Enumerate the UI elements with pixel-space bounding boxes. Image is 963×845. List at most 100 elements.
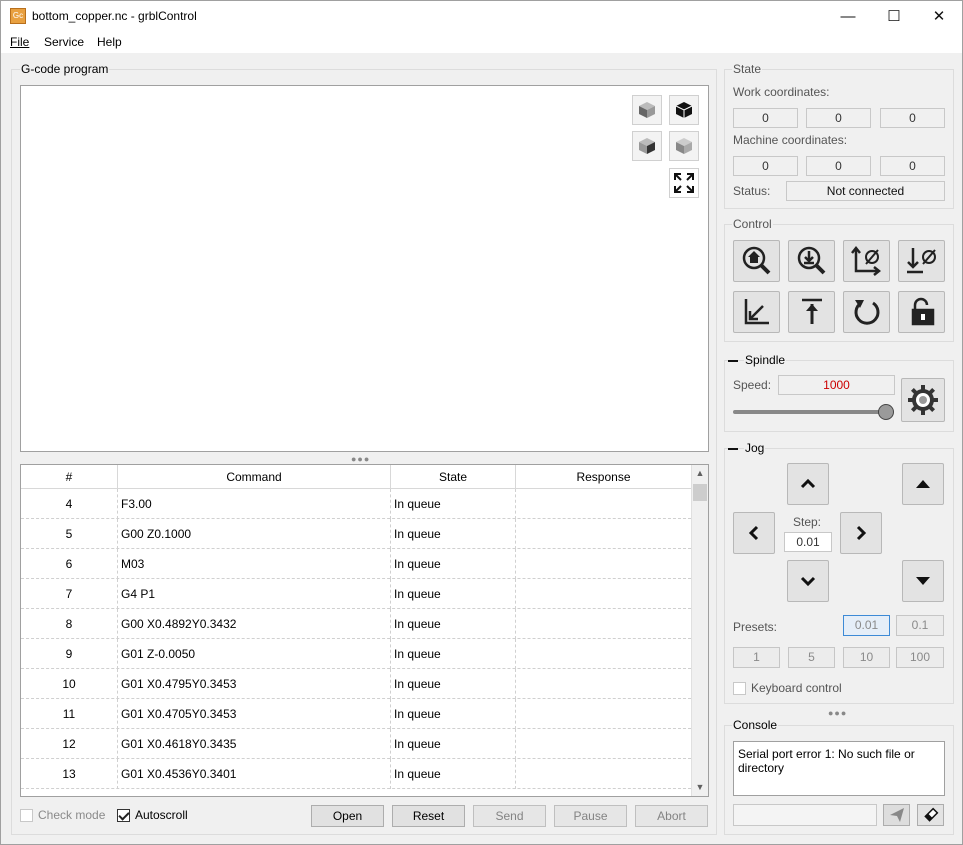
view-iso-button[interactable]	[669, 131, 699, 161]
machine-coords-label: Machine coordinates:	[733, 133, 848, 147]
keyboard-control-checkbox[interactable]: Keyboard control	[733, 681, 842, 695]
console-group-title: Console	[732, 718, 779, 732]
zero-xy-button[interactable]	[843, 240, 890, 282]
column-header-state[interactable]: State	[391, 465, 516, 489]
cube-top-icon	[675, 102, 693, 118]
table-row[interactable]: 7 G4 P1 In queue	[21, 579, 691, 609]
unlock-button[interactable]	[898, 291, 945, 333]
expand-icon	[674, 173, 694, 193]
soft-reset-button[interactable]	[843, 291, 890, 333]
send-button[interactable]: Send	[473, 805, 546, 827]
table-cell-state: In queue	[391, 639, 516, 669]
menu-file[interactable]: File	[10, 35, 29, 49]
table-row[interactable]: 4 F3.00 In queue	[21, 489, 691, 519]
jog-x-plus-button[interactable]	[840, 512, 882, 554]
console-output[interactable]: Serial port error 1: No such file or dir…	[733, 741, 945, 796]
gcode-table: # Command State Response 4 F3.00 In queue 5…	[20, 464, 709, 797]
table-cell-state: In queue	[391, 579, 516, 609]
speed-slider-track[interactable]	[733, 410, 889, 414]
preset-button-0-1[interactable]: 0.1	[896, 615, 944, 636]
column-header-command[interactable]: Command	[118, 465, 391, 489]
table-row[interactable]: 9 G01 Z-0.0050 In queue	[21, 639, 691, 669]
jog-y-minus-button[interactable]	[787, 560, 829, 602]
table-row[interactable]: 12 G01 X0.4618Y0.3435 In queue	[21, 729, 691, 759]
spindle-toggle-button[interactable]	[901, 378, 945, 422]
table-row[interactable]: 11 G01 X0.4705Y0.3453 In queue	[21, 699, 691, 729]
column-header-num[interactable]: #	[21, 465, 118, 489]
status-label: Status:	[733, 184, 771, 198]
jog-collapse-icon[interactable]	[728, 448, 738, 450]
gcode-group-title: G-code program	[20, 62, 110, 76]
safe-position-button[interactable]	[788, 291, 835, 333]
speed-field[interactable]: 1000	[778, 375, 895, 395]
table-row[interactable]: 6 M03 In queue	[21, 549, 691, 579]
autoscroll-checkbox[interactable]: Autoscroll	[117, 808, 188, 822]
preset-button-5[interactable]: 5	[788, 647, 835, 668]
check-mode-box	[20, 808, 33, 822]
column-header-response[interactable]: Response	[516, 465, 691, 489]
splitter-handle[interactable]: ●●●	[351, 454, 370, 464]
zero-z-button[interactable]	[898, 240, 945, 282]
z-probe-icon	[797, 246, 825, 275]
close-button[interactable]: ✕	[916, 1, 962, 31]
jog-y-plus-button[interactable]	[787, 463, 829, 505]
table-cell-num: 4	[21, 489, 118, 519]
return-xy-button[interactable]	[733, 291, 780, 333]
jog-group-title[interactable]: Jog	[744, 441, 766, 455]
view-front-button[interactable]	[632, 95, 662, 125]
table-cell-state: In queue	[391, 699, 516, 729]
preset-button-0-01[interactable]: 0.01	[843, 615, 890, 636]
table-scrollbar[interactable]: ▲ ▼	[691, 465, 708, 796]
open-button[interactable]: Open	[311, 805, 384, 827]
triangle-up-icon	[916, 480, 930, 488]
table-row[interactable]: 10 G01 X0.4795Y0.3453 In queue	[21, 669, 691, 699]
preset-button-100[interactable]: 100	[896, 647, 944, 668]
preset-button-1[interactable]: 1	[733, 647, 780, 668]
spindle-collapse-icon[interactable]	[728, 360, 738, 362]
jog-x-minus-button[interactable]	[733, 512, 775, 554]
main-window: Gc bottom_copper.nc - grblControl — ☐ ✕ …	[0, 0, 963, 845]
console-send-button[interactable]	[883, 804, 910, 826]
view-left-button[interactable]	[632, 131, 662, 161]
spindle-group-title[interactable]: Spindle	[744, 353, 787, 367]
preset-button-10[interactable]: 10	[843, 647, 890, 668]
speed-slider-handle[interactable]	[878, 404, 894, 420]
zero-z-icon	[906, 248, 936, 274]
view-top-button[interactable]	[669, 95, 699, 125]
table-cell-num: 13	[21, 759, 118, 789]
table-cell-cmd: M03	[118, 549, 391, 579]
reset-button[interactable]: Reset	[392, 805, 465, 827]
pause-button[interactable]: Pause	[554, 805, 627, 827]
jog-z-plus-button[interactable]	[902, 463, 944, 505]
z-probe-button[interactable]	[788, 240, 835, 282]
check-mode-checkbox[interactable]: Check mode	[20, 808, 105, 822]
step-field[interactable]: 0.01	[784, 532, 832, 552]
maximize-button[interactable]: ☐	[871, 1, 917, 31]
jog-z-minus-button[interactable]	[902, 560, 944, 602]
scroll-thumb[interactable]	[693, 484, 707, 501]
right-splitter-handle[interactable]: ●●●	[828, 708, 847, 718]
menu-service[interactable]: Service	[44, 35, 84, 49]
control-group-title: Control	[732, 217, 773, 231]
home-button[interactable]	[733, 240, 780, 282]
console-clear-button[interactable]	[917, 804, 944, 826]
table-row[interactable]: 13 G01 X0.4536Y0.3401 In queue	[21, 759, 691, 789]
scroll-up-arrow[interactable]: ▲	[692, 465, 708, 482]
fit-view-button[interactable]	[669, 168, 699, 198]
menu-help[interactable]: Help	[97, 35, 122, 49]
table-row[interactable]: 8 G00 X0.4892Y0.3432 In queue	[21, 609, 691, 639]
console-command-input[interactable]	[733, 804, 877, 826]
table-cell-resp	[516, 699, 691, 729]
gcode-visualizer[interactable]	[20, 85, 709, 452]
scroll-down-arrow[interactable]: ▼	[692, 779, 708, 796]
table-row[interactable]: 5 G00 Z0.1000 In queue	[21, 519, 691, 549]
title-bar: Gc bottom_copper.nc - grblControl — ☐ ✕	[1, 1, 962, 31]
window-title: bottom_copper.nc - grblControl	[32, 9, 197, 23]
minimize-button[interactable]: —	[825, 1, 871, 31]
abort-button[interactable]: Abort	[635, 805, 708, 827]
table-cell-resp	[516, 549, 691, 579]
speed-label: Speed:	[733, 378, 772, 392]
table-cell-resp	[516, 579, 691, 609]
table-cell-resp	[516, 519, 691, 549]
table-cell-state: In queue	[391, 729, 516, 759]
